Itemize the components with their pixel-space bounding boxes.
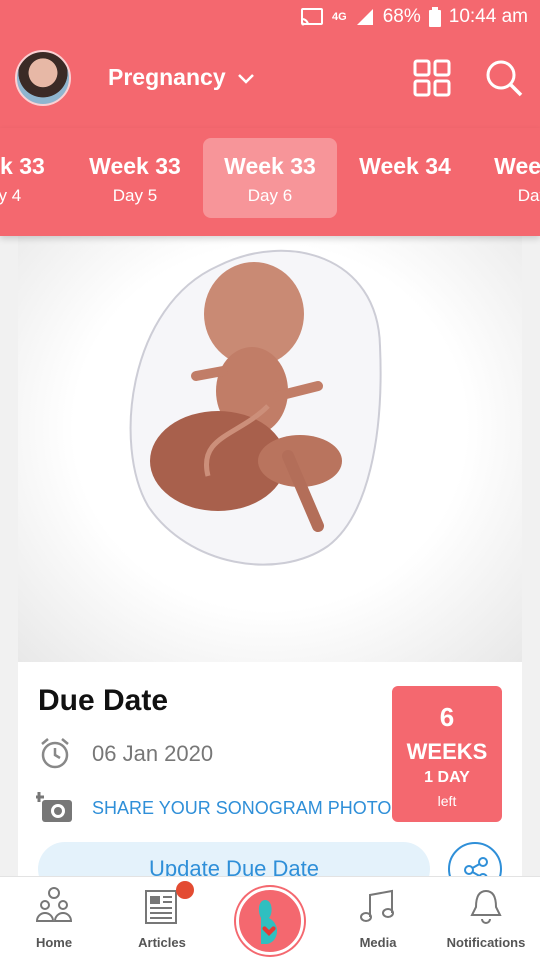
grid-icon — [413, 59, 451, 97]
week-tabs: Week 33 Day 4 Week 33 Day 5 Week 33 Day … — [0, 128, 540, 236]
pregnancy-dropdown[interactable]: Pregnancy — [108, 64, 256, 91]
week-tab-active[interactable]: Week 33 Day 6 — [203, 138, 337, 218]
battery-percent: 68% — [382, 6, 421, 27]
bell-icon — [470, 889, 502, 924]
clock-time: 10:44 am — [448, 6, 528, 27]
status-bar: 4G 68% 10:44 am — [0, 0, 540, 36]
week-tab[interactable]: Week 33 Day 4 — [0, 138, 66, 218]
bottom-nav: Home Articles Media Notifications — [0, 876, 540, 960]
week-label: Week 34 — [494, 153, 540, 179]
notification-dot — [176, 881, 194, 899]
pregnancy-icon — [258, 900, 278, 944]
day-label: Day 6 — [247, 186, 293, 205]
nav-media[interactable]: Media — [324, 877, 432, 960]
nav-home[interactable]: Home — [0, 877, 108, 960]
weeks-left-unit: WEEKS — [406, 739, 488, 764]
app-header: Pregnancy — [0, 36, 540, 128]
week-label: Week 33 — [89, 153, 181, 179]
status-icons: 4G 68% 10:44 am — [300, 6, 528, 28]
due-date-card: Due Date 06 Jan 2020 SHARE YOUR SONOGRAM… — [18, 236, 522, 936]
alarm-clock-icon — [41, 738, 69, 769]
week-tab[interactable]: Week 34 — [338, 138, 472, 218]
music-note-icon — [360, 889, 394, 922]
nav-label: Articles — [138, 935, 186, 950]
network-type: 4G — [332, 11, 347, 23]
community-icon — [35, 887, 73, 922]
day-label: Day 4 — [0, 186, 22, 205]
days-left: 1 DAY — [424, 769, 470, 786]
grid-button[interactable] — [412, 58, 452, 98]
weeks-left-suffix: left — [437, 793, 457, 809]
nav-label: Media — [359, 935, 397, 950]
page-title: Pregnancy — [108, 64, 226, 90]
cast-icon — [300, 7, 324, 27]
nav-articles[interactable]: Articles — [108, 877, 216, 960]
share-sonogram-link[interactable]: SHARE YOUR SONOGRAM PHOTO — [92, 798, 391, 819]
avatar[interactable] — [15, 50, 71, 106]
week-label: Week 33 — [0, 153, 45, 179]
weeks-left-badge: 6 WEEKS 1 DAY left — [392, 686, 502, 822]
week-tab[interactable]: Week 33 Day 5 — [68, 138, 202, 218]
day-label: Day 5 — [112, 186, 158, 205]
nav-label: Home — [35, 935, 73, 950]
fetus-illustration — [18, 236, 522, 662]
add-photo-icon[interactable] — [36, 790, 74, 824]
due-date-value: 06 Jan 2020 — [92, 741, 214, 766]
pregnancy-center-button[interactable] — [236, 887, 304, 955]
day-label: Day 1 — [517, 186, 540, 205]
week-label: Week 33 — [224, 153, 316, 179]
chevron-down-icon — [237, 73, 254, 84]
due-date-title: Due Date — [38, 684, 169, 717]
fetus-image — [129, 249, 382, 566]
nav-notifications[interactable]: Notifications — [432, 877, 540, 960]
signal-icon — [355, 8, 375, 26]
search-button[interactable] — [484, 58, 524, 98]
battery-icon — [428, 7, 441, 27]
weeks-left-number: 6 — [439, 702, 455, 732]
week-label: Week 34 — [359, 153, 451, 179]
week-tab[interactable]: Week 34 Day 1 — [473, 138, 540, 218]
nav-label: Notifications — [446, 935, 526, 950]
search-icon — [486, 60, 523, 97]
